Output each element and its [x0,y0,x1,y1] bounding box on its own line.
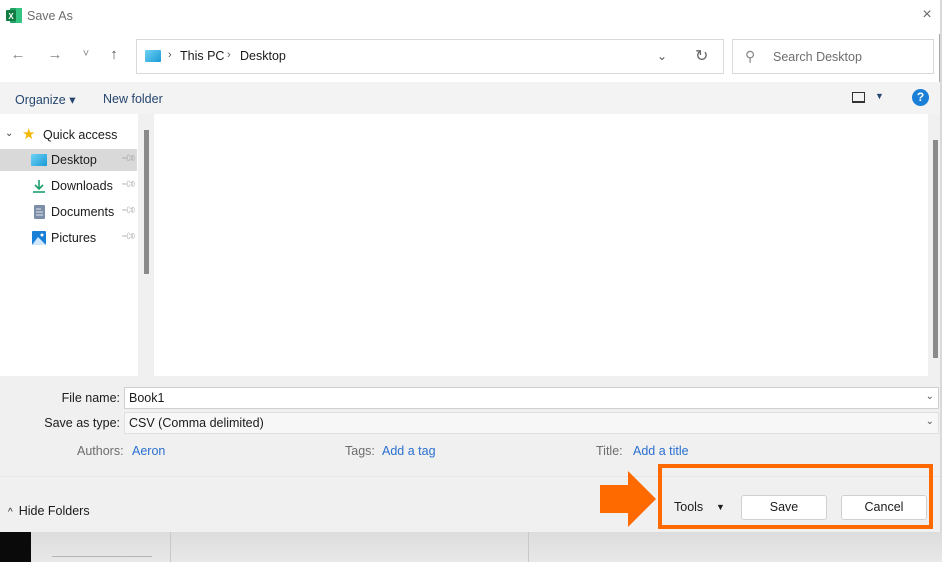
svg-text:X: X [8,12,14,21]
nav-scrollbar-thumb[interactable] [144,130,149,274]
view-options-dropdown-icon[interactable]: ▼ [875,91,884,101]
pin-icon: 📌︎ [119,176,137,193]
file-name-field[interactable]: Book1 ⌄ [124,387,939,409]
sidebar-item-documents[interactable]: Documents 📌︎ [0,201,137,223]
file-name-value: Book1 [129,391,165,405]
breadcrumb-desktop[interactable]: Desktop [240,49,286,63]
tags-field[interactable]: Add a tag [382,444,436,458]
hide-folders-label: Hide Folders [18,504,90,518]
downloads-icon [33,180,45,193]
desktop-icon [31,154,47,166]
sidebar-item-label: Pictures [51,231,97,245]
window-title: Save As [27,9,73,23]
sidebar-item-label: Downloads [51,179,113,193]
breadcrumb-separator-icon: › [227,49,231,61]
view-icon[interactable] [852,92,865,103]
save-as-type-value: CSV (Comma delimited) [129,416,264,430]
breadcrumb-this-pc[interactable]: This PC [180,49,224,63]
chevron-up-icon: ^ [8,507,13,518]
file-list[interactable] [154,114,928,376]
breadcrumb-separator-icon: › [168,49,172,61]
title-field[interactable]: Add a title [633,444,689,458]
background-divider [528,532,529,562]
chevron-down-icon[interactable]: ⌄ [657,49,667,63]
sidebar-item-label: Documents [51,205,115,219]
address-bar[interactable]: › This PC › Desktop ⌄ ↻ [136,39,724,74]
pin-icon: 📌︎ [119,228,137,245]
this-pc-icon [145,50,161,62]
navigation-bar: ← → ˅ ↑ › This PC › Desktop ⌄ ↻ ⚲ Search… [0,34,940,82]
expand-chevron-icon[interactable]: ⌄ [5,128,13,139]
search-icon: ⚲ [745,48,756,64]
sidebar-item-downloads[interactable]: Downloads 📌︎ [0,175,137,197]
annotation-arrow-icon [600,471,656,527]
new-folder-button[interactable]: New folder [103,92,163,106]
command-bar: Organize ▾ New folder ▼ ? [0,82,940,114]
content-scrollbar-thumb[interactable] [933,140,938,358]
recent-locations-icon[interactable]: ˅ [76,48,96,60]
refresh-icon[interactable]: ↻ [695,46,708,66]
excel-icon: X [6,8,22,23]
pictures-icon [32,231,46,245]
organize-button[interactable]: Organize ▾ [15,92,75,107]
background-divider [170,532,171,562]
background-line [52,556,152,557]
pin-icon: 📌︎ [119,150,137,167]
save-as-type-label: Save as type: [44,416,120,430]
authors-field[interactable]: Aeron [132,444,165,458]
search-input[interactable]: Search Desktop [773,50,862,64]
pin-icon: 📌︎ [119,202,137,219]
hide-folders-button[interactable]: ^ Hide Folders [8,504,90,518]
sidebar-item-pictures[interactable]: Pictures 📌︎ [0,227,137,249]
chevron-down-icon[interactable]: ⌄ [926,416,934,427]
chevron-down-icon[interactable]: ⌄ [926,391,934,402]
title-label: Title: [596,444,623,458]
tags-label: Tags: [345,444,375,458]
help-icon[interactable]: ? [912,89,929,106]
title-bar: X Save As × [0,0,940,34]
star-icon: ★ [22,126,36,143]
navigation-pane: ⌄ ★ Quick access Desktop 📌︎ Downloads 📌︎… [0,114,150,376]
annotation-highlight-box [658,464,933,529]
quick-access-label[interactable]: Quick access [43,128,117,142]
forward-icon[interactable]: → [45,46,65,63]
back-icon[interactable]: ← [8,46,28,63]
authors-label: Authors: [77,444,124,458]
background-dark-area [0,532,31,562]
sidebar-item-desktop[interactable]: Desktop 📌︎ [0,149,137,171]
save-as-type-select[interactable]: CSV (Comma delimited) ⌄ [124,412,939,434]
background-window [0,532,942,562]
file-name-label: File name: [61,391,120,405]
save-as-dialog: X Save As × ← → ˅ ↑ › This PC › Desktop … [0,0,940,532]
documents-icon [34,205,45,219]
search-box[interactable]: ⚲ Search Desktop [732,39,934,74]
sidebar-item-label: Desktop [51,153,97,167]
close-icon[interactable]: × [918,6,936,24]
up-icon[interactable]: ↑ [104,46,124,63]
